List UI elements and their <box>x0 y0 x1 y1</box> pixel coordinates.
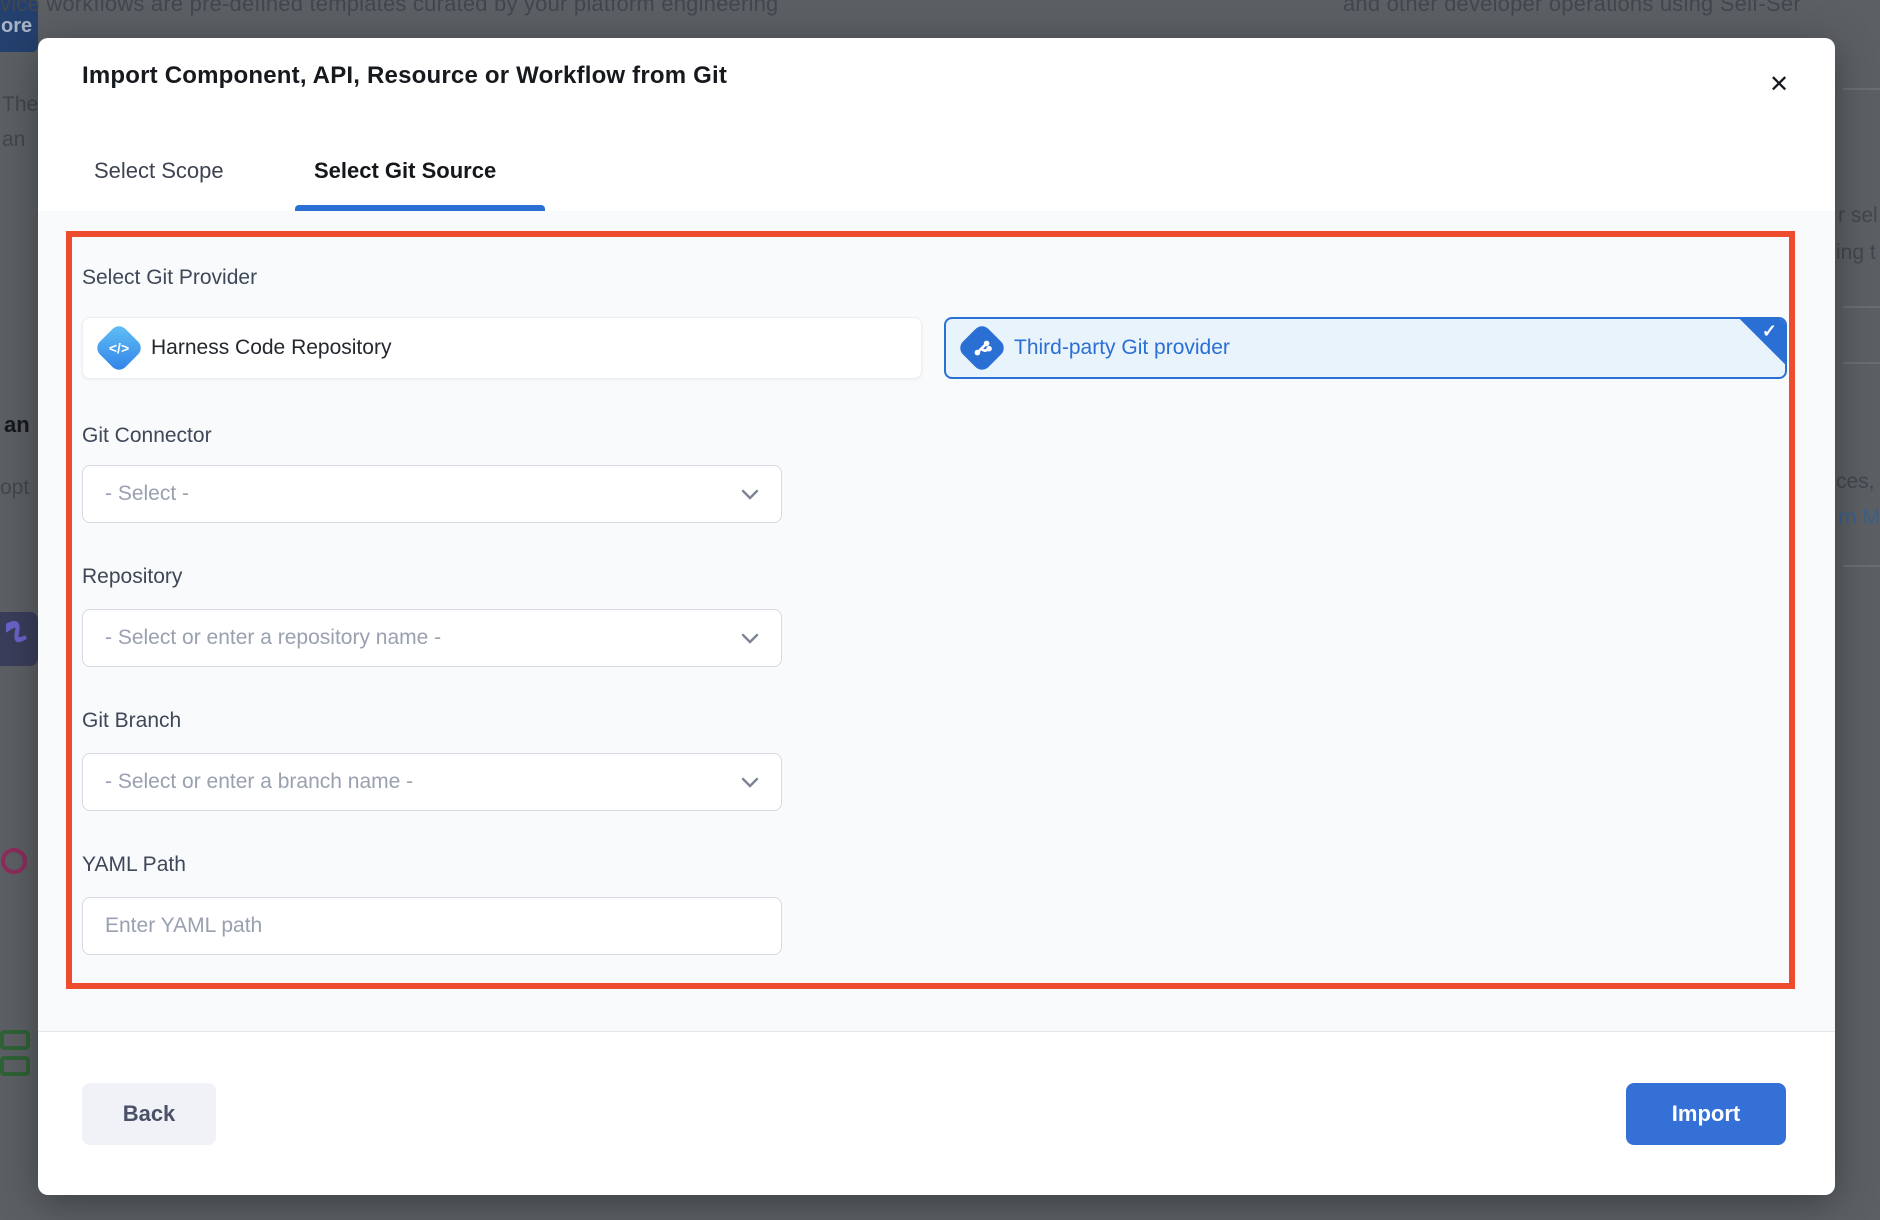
background-text-fragment: ing t <box>1836 241 1876 265</box>
tab-select-scope[interactable]: Select Scope <box>94 158 224 184</box>
git-source-form: Select Git Provider </> Harness Code Rep… <box>38 211 1835 1031</box>
close-icon: ✕ <box>1769 73 1789 97</box>
provider-card-thirdparty-git[interactable]: Third-party Git provider ✓ <box>944 317 1787 379</box>
background-divider <box>1843 362 1880 364</box>
background-divider <box>1843 565 1880 567</box>
git-icon <box>957 323 1008 374</box>
chevron-down-icon <box>741 777 759 788</box>
background-text-fragment: an <box>2 128 25 152</box>
provider-card-label: Third-party Git provider <box>1014 336 1230 360</box>
footer-divider <box>38 1031 1835 1032</box>
tab-select-git-source[interactable]: Select Git Source <box>314 158 496 184</box>
modal-title: Import Component, API, Resource or Workf… <box>82 62 727 90</box>
background-spiral-icon <box>0 836 38 886</box>
check-icon: ✓ <box>1762 321 1777 342</box>
import-from-git-modal: Import Component, API, Resource or Workf… <box>38 38 1835 1195</box>
background-text-fragment: an <box>4 412 30 438</box>
yaml-path-label: YAML Path <box>82 853 186 877</box>
git-connector-label: Git Connector <box>82 424 212 448</box>
provider-card-label: Harness Code Repository <box>151 336 391 360</box>
background-text-fragment: The <box>2 93 38 117</box>
background-text-fragment: opt <box>0 476 29 500</box>
import-button[interactable]: Import <box>1626 1083 1786 1145</box>
git-branch-select[interactable]: - Select or enter a branch name - <box>82 753 782 811</box>
code-repository-icon: </> <box>94 323 145 374</box>
back-button[interactable]: Back <box>82 1083 216 1145</box>
background-text-fragment: ces, <box>1836 470 1875 494</box>
repository-label: Repository <box>82 565 182 589</box>
background-text-fragment: vice workflows are pre-defined templates… <box>0 0 778 17</box>
git-connector-select[interactable]: - Select - <box>82 465 782 523</box>
repository-select[interactable]: - Select or enter a repository name - <box>82 609 782 667</box>
background-workflow-icon <box>0 612 38 666</box>
yaml-path-input[interactable] <box>82 897 782 955</box>
background-link-fragment: rn M <box>1838 506 1880 530</box>
close-button[interactable]: ✕ <box>1764 70 1794 100</box>
chevron-down-icon <box>741 489 759 500</box>
background-divider <box>1843 88 1880 90</box>
background-divider <box>1843 306 1880 308</box>
background-text-fragment: r sel <box>1838 204 1878 228</box>
background-text-fragment: and other developer operations using Sel… <box>1343 0 1801 17</box>
provider-card-harness-code[interactable]: </> Harness Code Repository <box>82 317 922 379</box>
chevron-down-icon <box>741 633 759 644</box>
background-list-icon <box>0 1028 38 1084</box>
git-branch-label: Git Branch <box>82 709 181 733</box>
select-git-provider-label: Select Git Provider <box>82 266 257 290</box>
